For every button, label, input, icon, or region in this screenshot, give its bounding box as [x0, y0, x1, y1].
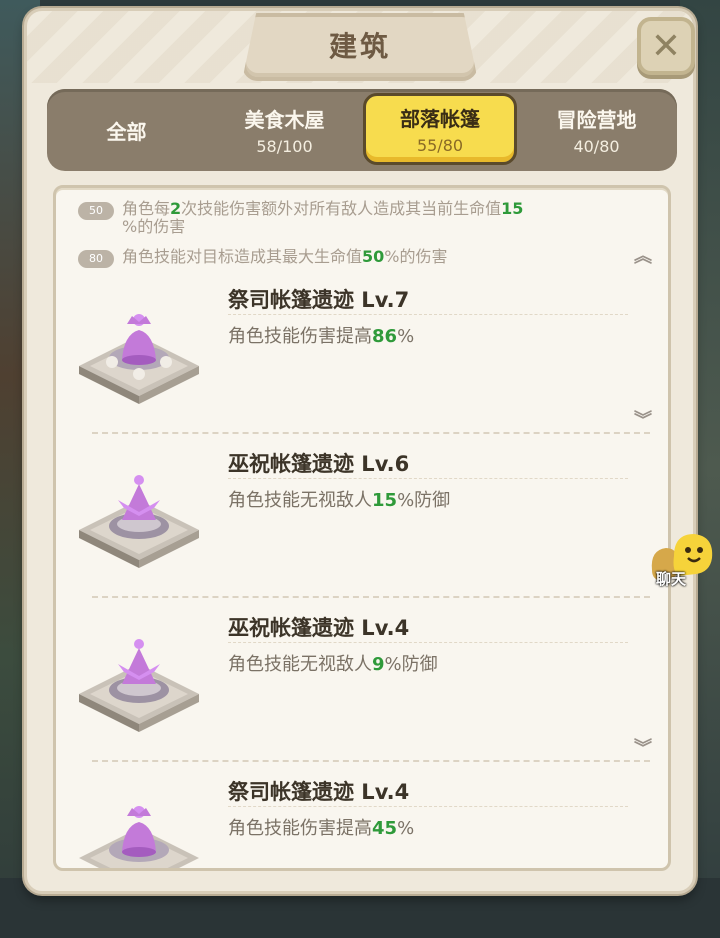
tab-tribe-tent[interactable]: 部落帐篷 55/80: [363, 93, 517, 165]
close-button[interactable]: ✕: [637, 17, 695, 75]
category-tabs: 全部 美食木屋 58/100 部落帐篷 55/80 冒险营地 40/80: [47, 89, 677, 171]
chat-label: 聊天: [656, 570, 687, 588]
building-item[interactable]: 祭司帐篷遗迹 Lv.7 角色技能伤害提高86% ︾: [56, 270, 668, 434]
building-name: 巫祝帐篷遗迹 Lv.6: [228, 452, 410, 476]
tab-count: 40/80: [573, 137, 620, 156]
tab-food-cabin[interactable]: 美食木屋 58/100: [207, 89, 362, 171]
building-name: 祭司帐篷遗迹 Lv.7: [228, 288, 410, 312]
close-x-icon: ✕: [650, 25, 682, 67]
building-effect: 角色技能无视敌人15%防御: [228, 490, 451, 511]
building-effect: 角色技能无视敌人9%防御: [228, 654, 438, 675]
tab-count: 55/80: [416, 136, 464, 155]
priest-tent-ruin-icon: [74, 782, 204, 868]
building-item[interactable]: 巫祝帐篷遗迹 Lv.4 角色技能无视敌人9%防御 ︾: [56, 598, 668, 762]
tab-label: 部落帐篷: [400, 107, 480, 131]
set-bonus-row: 50 角色每2次技能伤害额外对所有敌人造成其当前生命值15 %的伤害: [78, 200, 602, 236]
bonus-threshold-badge: 50: [78, 202, 114, 220]
tab-count: 58/100: [256, 137, 313, 156]
set-bonus-row: 80 角色技能对目标造成其最大生命值50%的伤害: [78, 248, 602, 268]
collapse-icon[interactable]: ︽: [634, 242, 652, 268]
tab-label: 美食木屋: [244, 108, 325, 132]
building-item[interactable]: 祭司帐篷遗迹 Lv.4 角色技能伤害提高45%: [56, 762, 668, 868]
building-effect: 角色技能伤害提高45%: [228, 818, 415, 839]
bonus-description: 角色每2次技能伤害额外对所有敌人造成其当前生命值15 %的伤害: [122, 199, 524, 236]
building-name: 巫祝帐篷遗迹 Lv.4: [228, 616, 410, 640]
building-list[interactable]: 50 角色每2次技能伤害额外对所有敌人造成其当前生命值15 %的伤害 80 角色技…: [53, 185, 671, 871]
bonus-description: 角色技能对目标造成其最大生命值50%的伤害: [122, 247, 448, 266]
building-item[interactable]: 巫祝帐篷遗迹 Lv.6 角色技能无视敌人15%防御: [56, 434, 668, 598]
tab-adventure-camp[interactable]: 冒险营地 40/80: [519, 89, 674, 171]
shaman-tent-ruin-icon: [74, 618, 204, 738]
expand-icon[interactable]: ︾: [634, 734, 652, 760]
divider: [228, 642, 628, 643]
priest-tent-ruin-icon: [74, 290, 204, 410]
divider: [228, 478, 628, 479]
divider: [228, 314, 628, 315]
divider: [228, 806, 628, 807]
tab-all[interactable]: 全部: [49, 89, 204, 171]
building-name: 祭司帐篷遗迹 Lv.4: [228, 780, 410, 804]
building-effect: 角色技能伤害提高86%: [228, 326, 415, 347]
shaman-tent-ruin-icon: [74, 454, 204, 574]
tab-label: 全部: [106, 119, 147, 144]
tab-label: 冒险营地: [556, 108, 637, 132]
buildings-panel: 建筑 ✕ 全部 美食木屋 58/100 部落帐篷 55/80 冒险营地 40/8…: [24, 8, 696, 894]
bonus-threshold-badge: 80: [78, 250, 114, 268]
expand-icon[interactable]: ︾: [634, 406, 652, 432]
page-title: 建筑: [328, 30, 391, 63]
